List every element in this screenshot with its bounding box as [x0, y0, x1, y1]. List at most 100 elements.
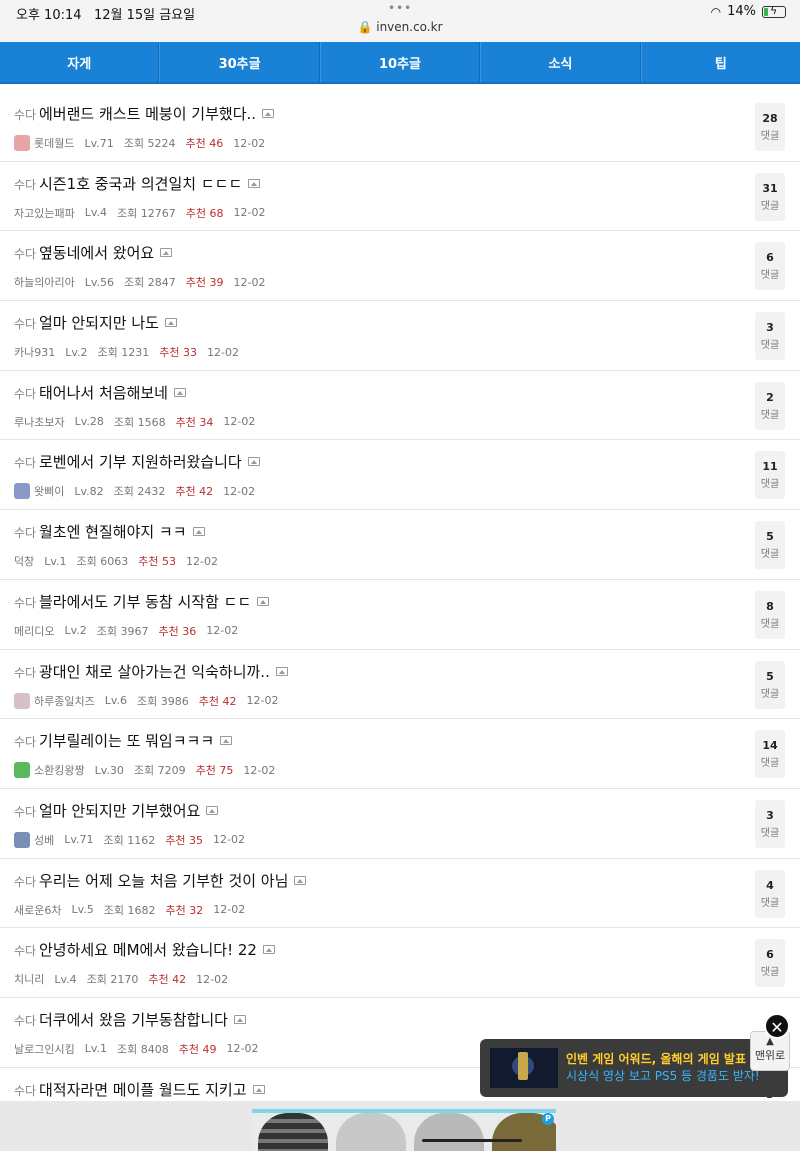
- bottom-ad-banner[interactable]: P: [252, 1109, 556, 1151]
- post-title: 에버랜드 캐스트 메붕이 기부했다..: [39, 105, 257, 123]
- comment-count-button[interactable]: 28 댓글: [755, 103, 785, 151]
- comment-label: 댓글: [760, 200, 780, 212]
- post-row[interactable]: 수다 광대인 채로 살아가는건 익숙하니까.. 하루종일치즈 Lv.6 조회 3986 추…: [0, 650, 800, 720]
- post-title-link[interactable]: 로벤에서 기부 지원하러왔습니다: [39, 451, 260, 472]
- tab-1[interactable]: 30추글: [159, 42, 320, 82]
- post-author[interactable]: 메리디오: [14, 623, 54, 639]
- post-date: 12-02: [233, 206, 266, 220]
- hoodie-image: [414, 1113, 484, 1151]
- event-ad-banner[interactable]: 인벤 게임 어워드, 올해의 게임 발표 시상식 영상 보고 PS5 등 경품도…: [480, 1039, 788, 1097]
- post-row[interactable]: 수다 얼마 안되지만 나도 카나931 Lv.2 조회 1231 추천 33 12-02 3 댓…: [0, 301, 800, 371]
- post-author[interactable]: 하늘의아리아: [14, 274, 75, 290]
- post-level: Lv.5: [71, 903, 94, 917]
- post-title-link[interactable]: 태어나서 처음해보네: [39, 382, 186, 403]
- post-meta: 덕창 Lv.1 조회 6063 추천 53 12-02: [14, 553, 228, 569]
- post-title: 우리는 어제 오늘 처음 기부한 것이 아님: [39, 871, 289, 890]
- post-title-link[interactable]: 광대인 채로 살아가는건 익숙하니까..: [39, 661, 288, 682]
- post-meta: 롯데월드 Lv.71 조회 5224 추천 46 12-02: [14, 135, 275, 151]
- post-row[interactable]: 수다 블라에서도 기부 동참 시작함 ㄷㄷ 메리디오 Lv.2 조회 3967 추천 36…: [0, 580, 800, 650]
- post-title-link[interactable]: 얼마 안되지만 기부했어요: [39, 800, 219, 821]
- post-title-link[interactable]: 얼마 안되지만 나도: [39, 312, 177, 333]
- post-author[interactable]: 새로운6차: [14, 902, 61, 918]
- post-title: 시즌1호 중국과 의견일치 ㄷㄷㄷ: [39, 174, 243, 193]
- comment-count-button[interactable]: 14 댓글: [755, 730, 785, 779]
- more-dots-icon[interactable]: •••: [388, 1, 412, 15]
- post-recommend: 추천 33: [159, 346, 197, 360]
- post-title: 옆동네에서 왔어요: [39, 244, 155, 263]
- comment-count-button[interactable]: 4 댓글: [755, 869, 785, 918]
- image-attachment-icon: [262, 109, 275, 118]
- post-recommend: 추천 35: [165, 833, 203, 847]
- tab-2[interactable]: 10추글: [319, 42, 481, 82]
- comment-count-button[interactable]: 3 댓글: [755, 312, 785, 361]
- comment-count-button[interactable]: 6 댓글: [755, 242, 785, 291]
- post-title-link[interactable]: 에버랜드 캐스트 메붕이 기부했다..: [39, 103, 275, 124]
- post-date: 12-02: [223, 415, 256, 429]
- post-meta: 날로그인시킴 Lv.1 조회 8408 추천 49 12-02: [14, 1041, 268, 1057]
- battery-text: 14%: [727, 4, 756, 19]
- comment-count-button[interactable]: 3 댓글: [755, 799, 785, 848]
- post-row[interactable]: 수다 에버랜드 캐스트 메붕이 기부했다.. 롯데월드 Lv.71 조회 5224 추천 …: [0, 92, 800, 162]
- post-title-link[interactable]: 기부릴레이는 또 뭐임ㅋㅋㅋ: [39, 730, 233, 751]
- post-views: 조회 12767: [117, 206, 176, 220]
- post-date: 12-02: [246, 694, 279, 707]
- comment-count-button[interactable]: 8 댓글: [755, 590, 785, 639]
- post-author[interactable]: 왓삐이: [34, 483, 64, 499]
- post-level: Lv.1: [44, 554, 67, 568]
- post-views: 조회 2847: [124, 276, 176, 290]
- post-author[interactable]: 롯데월드: [34, 135, 74, 151]
- post-row[interactable]: 수다 기부릴레이는 또 뭐임ㅋㅋㅋ 소환킹왕짱 Lv.30 조회 7209 추천 75 12…: [0, 719, 800, 789]
- post-title-link[interactable]: 시즌1호 중국과 의견일치 ㄷㄷㄷ: [39, 173, 261, 194]
- post-author[interactable]: 소환킹왕짱: [34, 762, 85, 778]
- post-row[interactable]: 수다 옆동네에서 왔어요 하늘의아리아 Lv.56 조회 2847 추천 39 12-02 6…: [0, 231, 800, 302]
- post-title-link[interactable]: 우리는 어제 오늘 처음 기부한 것이 아님: [39, 870, 307, 891]
- post-author[interactable]: 성베: [34, 832, 54, 848]
- comment-count: 3: [766, 808, 774, 822]
- post-date: 12-02: [243, 763, 276, 777]
- image-attachment-icon: [233, 1014, 246, 1024]
- post-date: 12-02: [213, 903, 246, 917]
- comment-count-button[interactable]: 2 댓글: [755, 381, 785, 430]
- comment-count: 5: [766, 669, 774, 683]
- image-attachment-icon: [294, 875, 307, 885]
- comment-label: 댓글: [760, 270, 780, 282]
- post-author[interactable]: 카나931: [14, 344, 55, 360]
- post-author[interactable]: 자고있는패파: [14, 205, 75, 221]
- comment-count-button[interactable]: 5 댓글: [755, 521, 785, 570]
- post-row[interactable]: 수다 태어나서 처음해보네 루나초보자 Lv.28 조회 1568 추천 34 12-02 2…: [0, 371, 800, 441]
- post-meta: 새로운6차 Lv.5 조회 1682 추천 32 12-02: [14, 902, 255, 918]
- post-title-link[interactable]: 블라에서도 기부 동참 시작함 ㄷㄷ: [39, 591, 270, 612]
- post-title-link[interactable]: 더쿠에서 왔음 기부동참합니다: [39, 1009, 246, 1030]
- post-recommend: 추천 42: [148, 973, 187, 987]
- tab-3[interactable]: 소식: [480, 42, 641, 82]
- post-recommend: 추천 42: [175, 485, 214, 499]
- post-author[interactable]: 날로그인시킴: [14, 1041, 75, 1057]
- close-icon: ✕: [770, 1018, 784, 1037]
- post-row[interactable]: 수다 로벤에서 기부 지원하러왔습니다 왓삐이 Lv.82 조회 2432 추천 42 12…: [0, 440, 800, 511]
- comment-count-button[interactable]: 11 댓글: [755, 451, 785, 500]
- post-row[interactable]: 수다 시즌1호 중국과 의견일치 ㄷㄷㄷ 자고있는패파 Lv.4 조회 12767 추천 …: [0, 162, 800, 232]
- comment-count-button[interactable]: 31 댓글: [755, 172, 785, 221]
- comment-label: 댓글: [760, 967, 780, 979]
- post-title-link[interactable]: 안녕하세요 메M에서 왔습니다! 22: [39, 939, 275, 960]
- post-level: Lv.2: [64, 624, 87, 638]
- post-title-link[interactable]: 월초엔 현질해야지 ㅋㅋ: [39, 521, 205, 542]
- post-author[interactable]: 치니리: [14, 971, 44, 987]
- comment-count-button[interactable]: 6 댓글: [755, 939, 785, 988]
- post-row[interactable]: 수다 우리는 어제 오늘 처음 기부한 것이 아님 새로운6차 Lv.5 조회 1682…: [0, 859, 800, 929]
- close-ad-button[interactable]: ✕: [764, 1013, 790, 1039]
- url-bar[interactable]: 🔒 inven.co.kr: [0, 20, 800, 34]
- tab-4[interactable]: 팁: [640, 42, 800, 82]
- post-title-link[interactable]: 대적자라면 메이플 월드도 지키고: [39, 1079, 265, 1100]
- tab-0[interactable]: 자게: [0, 42, 160, 82]
- post-views: 조회 1568: [113, 415, 166, 429]
- post-category: 수다: [14, 944, 37, 959]
- post-row[interactable]: 수다 안녕하세요 메M에서 왔습니다! 22 치니리 Lv.4 조회 2170 추천 42…: [0, 928, 800, 998]
- post-row[interactable]: 수다 월초엔 현질해야지 ㅋㅋ 덕창 Lv.1 조회 6063 추천 53 12-02 5 댓글: [0, 510, 800, 580]
- post-author[interactable]: 하루종일치즈: [34, 693, 95, 709]
- post-title-link[interactable]: 옆동네에서 왔어요: [39, 242, 173, 263]
- comment-count-button[interactable]: 5 댓글: [755, 660, 785, 709]
- post-author[interactable]: 루나초보자: [14, 414, 65, 430]
- post-author[interactable]: 덕창: [14, 553, 34, 569]
- post-row[interactable]: 수다 얼마 안되지만 기부했어요 성베 Lv.71 조회 1162 추천 35 12-02 3…: [0, 789, 800, 859]
